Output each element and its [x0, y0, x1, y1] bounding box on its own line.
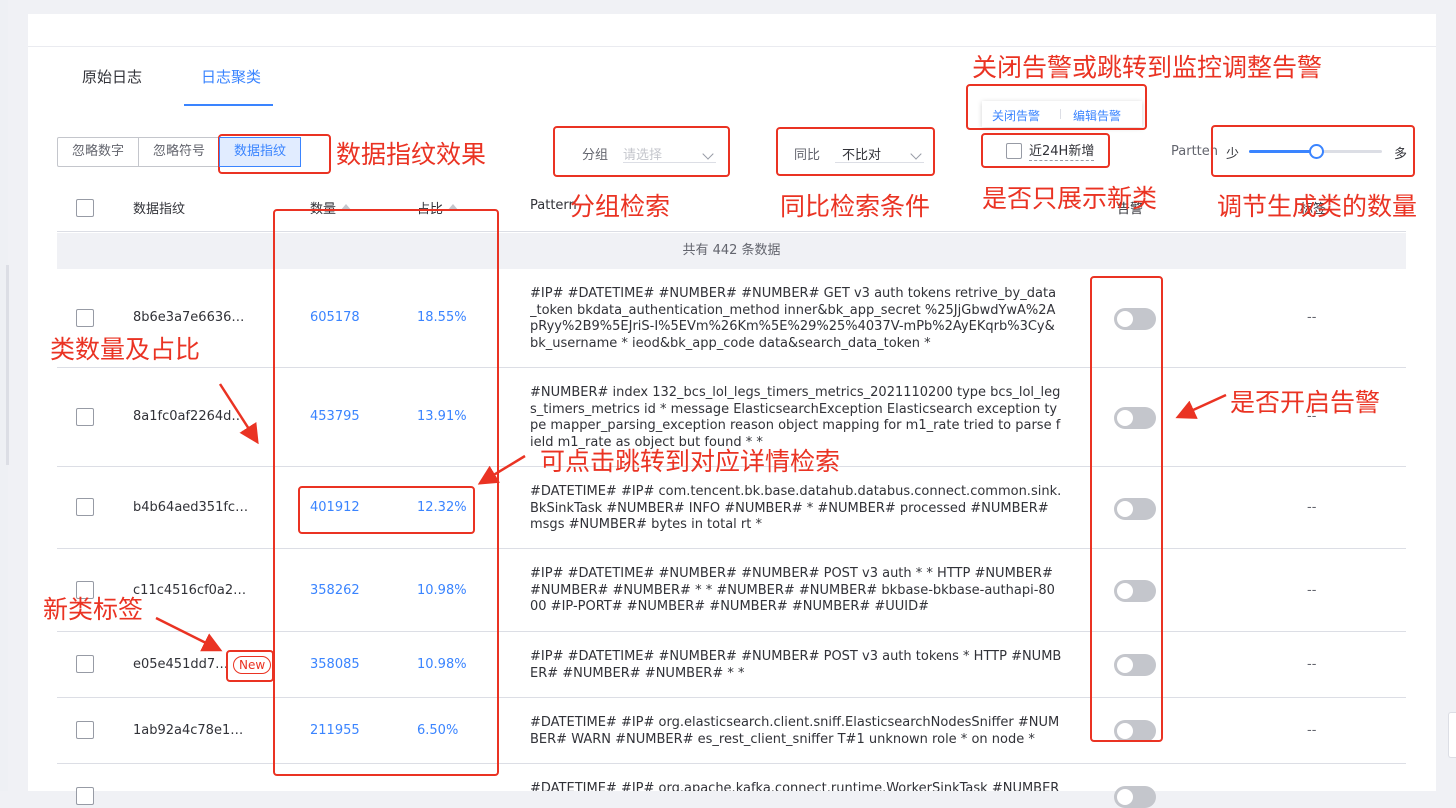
data-fingerprint-button[interactable]: 数据指纹 — [219, 137, 302, 167]
toggle-knob — [1117, 789, 1133, 805]
arrow-click-jump — [477, 454, 526, 485]
arrow-enable-alarm — [1175, 393, 1227, 419]
arrow-new-tag — [155, 616, 223, 652]
annotation-arrows — [155, 383, 1227, 652]
arrow-count-ratio — [218, 383, 259, 445]
